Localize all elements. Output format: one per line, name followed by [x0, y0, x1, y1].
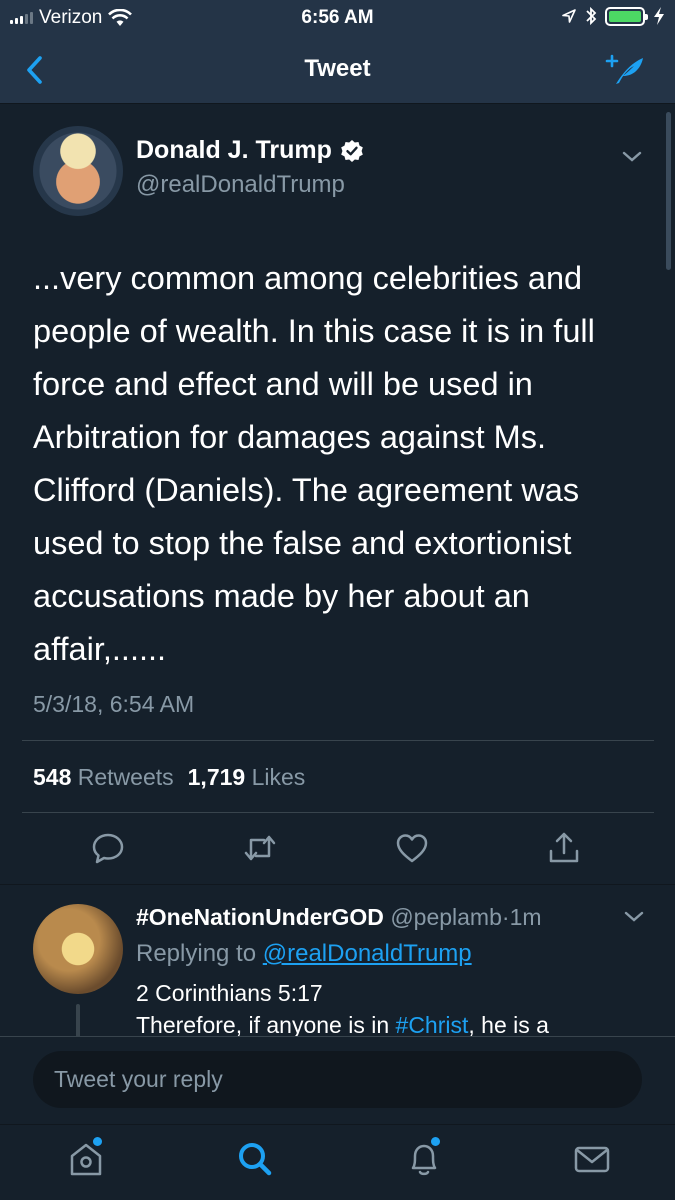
tweet-text-line: people of wealth. In this case it is in … — [33, 313, 595, 349]
location-icon — [562, 9, 576, 23]
tweet-actions — [0, 831, 675, 871]
notifications-dot — [431, 1137, 440, 1146]
likes-stat[interactable]: 1,719 Likes — [188, 764, 306, 791]
share-icon — [549, 832, 579, 863]
reply-header: #OneNationUnderGOD @peplamb·1m — [136, 904, 542, 931]
avatar[interactable] — [33, 126, 123, 216]
author-handle[interactable]: @realDonaldTrump — [136, 171, 345, 199]
tweet-text-line: Arbitration for damages against Ms. — [33, 419, 547, 455]
likes-label: Likes — [251, 764, 306, 790]
battery-icon — [605, 6, 648, 26]
reply-separator: · — [501, 904, 510, 930]
reply-compose-bar — [0, 1036, 675, 1124]
tweet-text-line: Clifford (Daniels). The agreement was — [33, 472, 580, 508]
tweet-timestamp: 5/3/18, 6:54 AM — [33, 691, 195, 717]
charging-icon — [654, 7, 664, 25]
reply-text-segment: , he is a — [468, 1012, 549, 1036]
tweet-text-line: affair,...... — [33, 631, 167, 667]
replying-to-link[interactable]: @realDonaldTrump — [263, 940, 472, 967]
likes-count: 1,719 — [187, 764, 246, 790]
reply-icon — [92, 833, 124, 864]
reply-text-line: Therefore, if anyone is in #Christ, he i… — [136, 1012, 549, 1036]
reply-text-segment: Therefore, if anyone is in — [136, 1012, 396, 1036]
reply-input[interactable] — [33, 1051, 642, 1108]
tab-messages[interactable] — [572, 1139, 612, 1179]
replying-to: Replying to @realDonaldTrump — [136, 940, 472, 968]
nav-bar: Tweet — [0, 36, 675, 104]
author-name-row[interactable]: Donald J. Trump — [136, 136, 364, 165]
retweets-count: 548 — [33, 764, 72, 790]
verified-badge-icon — [341, 139, 363, 162]
tab-bar — [0, 1124, 675, 1200]
chevron-down-icon[interactable] — [623, 910, 645, 924]
compose-tweet-button[interactable] — [601, 50, 647, 90]
divider — [22, 740, 654, 741]
divider — [0, 884, 675, 885]
tweet-stats: 548 Retweets 1,719 Likes — [33, 764, 305, 791]
status-bar: Verizon 6:56 AM — [0, 0, 675, 36]
tab-home[interactable] — [66, 1137, 106, 1179]
status-right — [561, 6, 665, 26]
reply-author-name[interactable]: #OneNationUnderGOD — [136, 904, 384, 930]
tweet-text-line: force and effect and will be used in — [33, 366, 533, 402]
scroll-indicator[interactable] — [666, 112, 671, 270]
author-name: Donald J. Trump — [136, 136, 332, 164]
compose-tweet-icon — [605, 54, 643, 84]
retweet-button[interactable] — [243, 831, 277, 865]
chevron-down-icon[interactable] — [621, 150, 643, 164]
page-title: Tweet — [304, 55, 371, 82]
search-icon — [239, 1143, 272, 1176]
hashtag-link[interactable]: #Christ — [396, 1012, 469, 1036]
reply-text-line: 2 Corinthians 5:17 — [136, 980, 323, 1006]
tweet-text-line: accusations made by her about an — [33, 578, 530, 614]
avatar[interactable] — [33, 904, 123, 994]
retweets-stat[interactable]: 548 Retweets — [33, 764, 174, 791]
tweet-text: ...very common among celebrities and peo… — [33, 252, 643, 676]
like-icon — [396, 834, 428, 863]
tab-notifications[interactable] — [404, 1137, 444, 1179]
share-button[interactable] — [547, 831, 581, 865]
like-button[interactable] — [395, 831, 429, 865]
thread-line — [76, 1004, 80, 1036]
reply-button[interactable] — [91, 831, 125, 865]
reply-author-handle[interactable]: @peplamb — [390, 904, 502, 930]
replying-prefix: Replying to — [136, 940, 257, 967]
tweet-text-line: used to stop the false and extortionist — [33, 525, 572, 561]
reply-tweet[interactable]: #OneNationUnderGOD @peplamb·1m Replying … — [0, 886, 675, 1036]
retweets-label: Retweets — [77, 764, 174, 790]
reply-age: 1m — [509, 904, 542, 930]
author-row: Donald J. Trump @realDonaldTrump — [33, 126, 653, 216]
retweet-icon — [244, 835, 276, 861]
tweet-text-line: ...very common among celebrities and — [33, 260, 583, 296]
bluetooth-icon — [586, 6, 597, 26]
divider — [22, 812, 654, 813]
home-notification-dot — [93, 1137, 102, 1146]
messages-icon — [574, 1146, 610, 1173]
tab-search[interactable] — [235, 1139, 275, 1179]
